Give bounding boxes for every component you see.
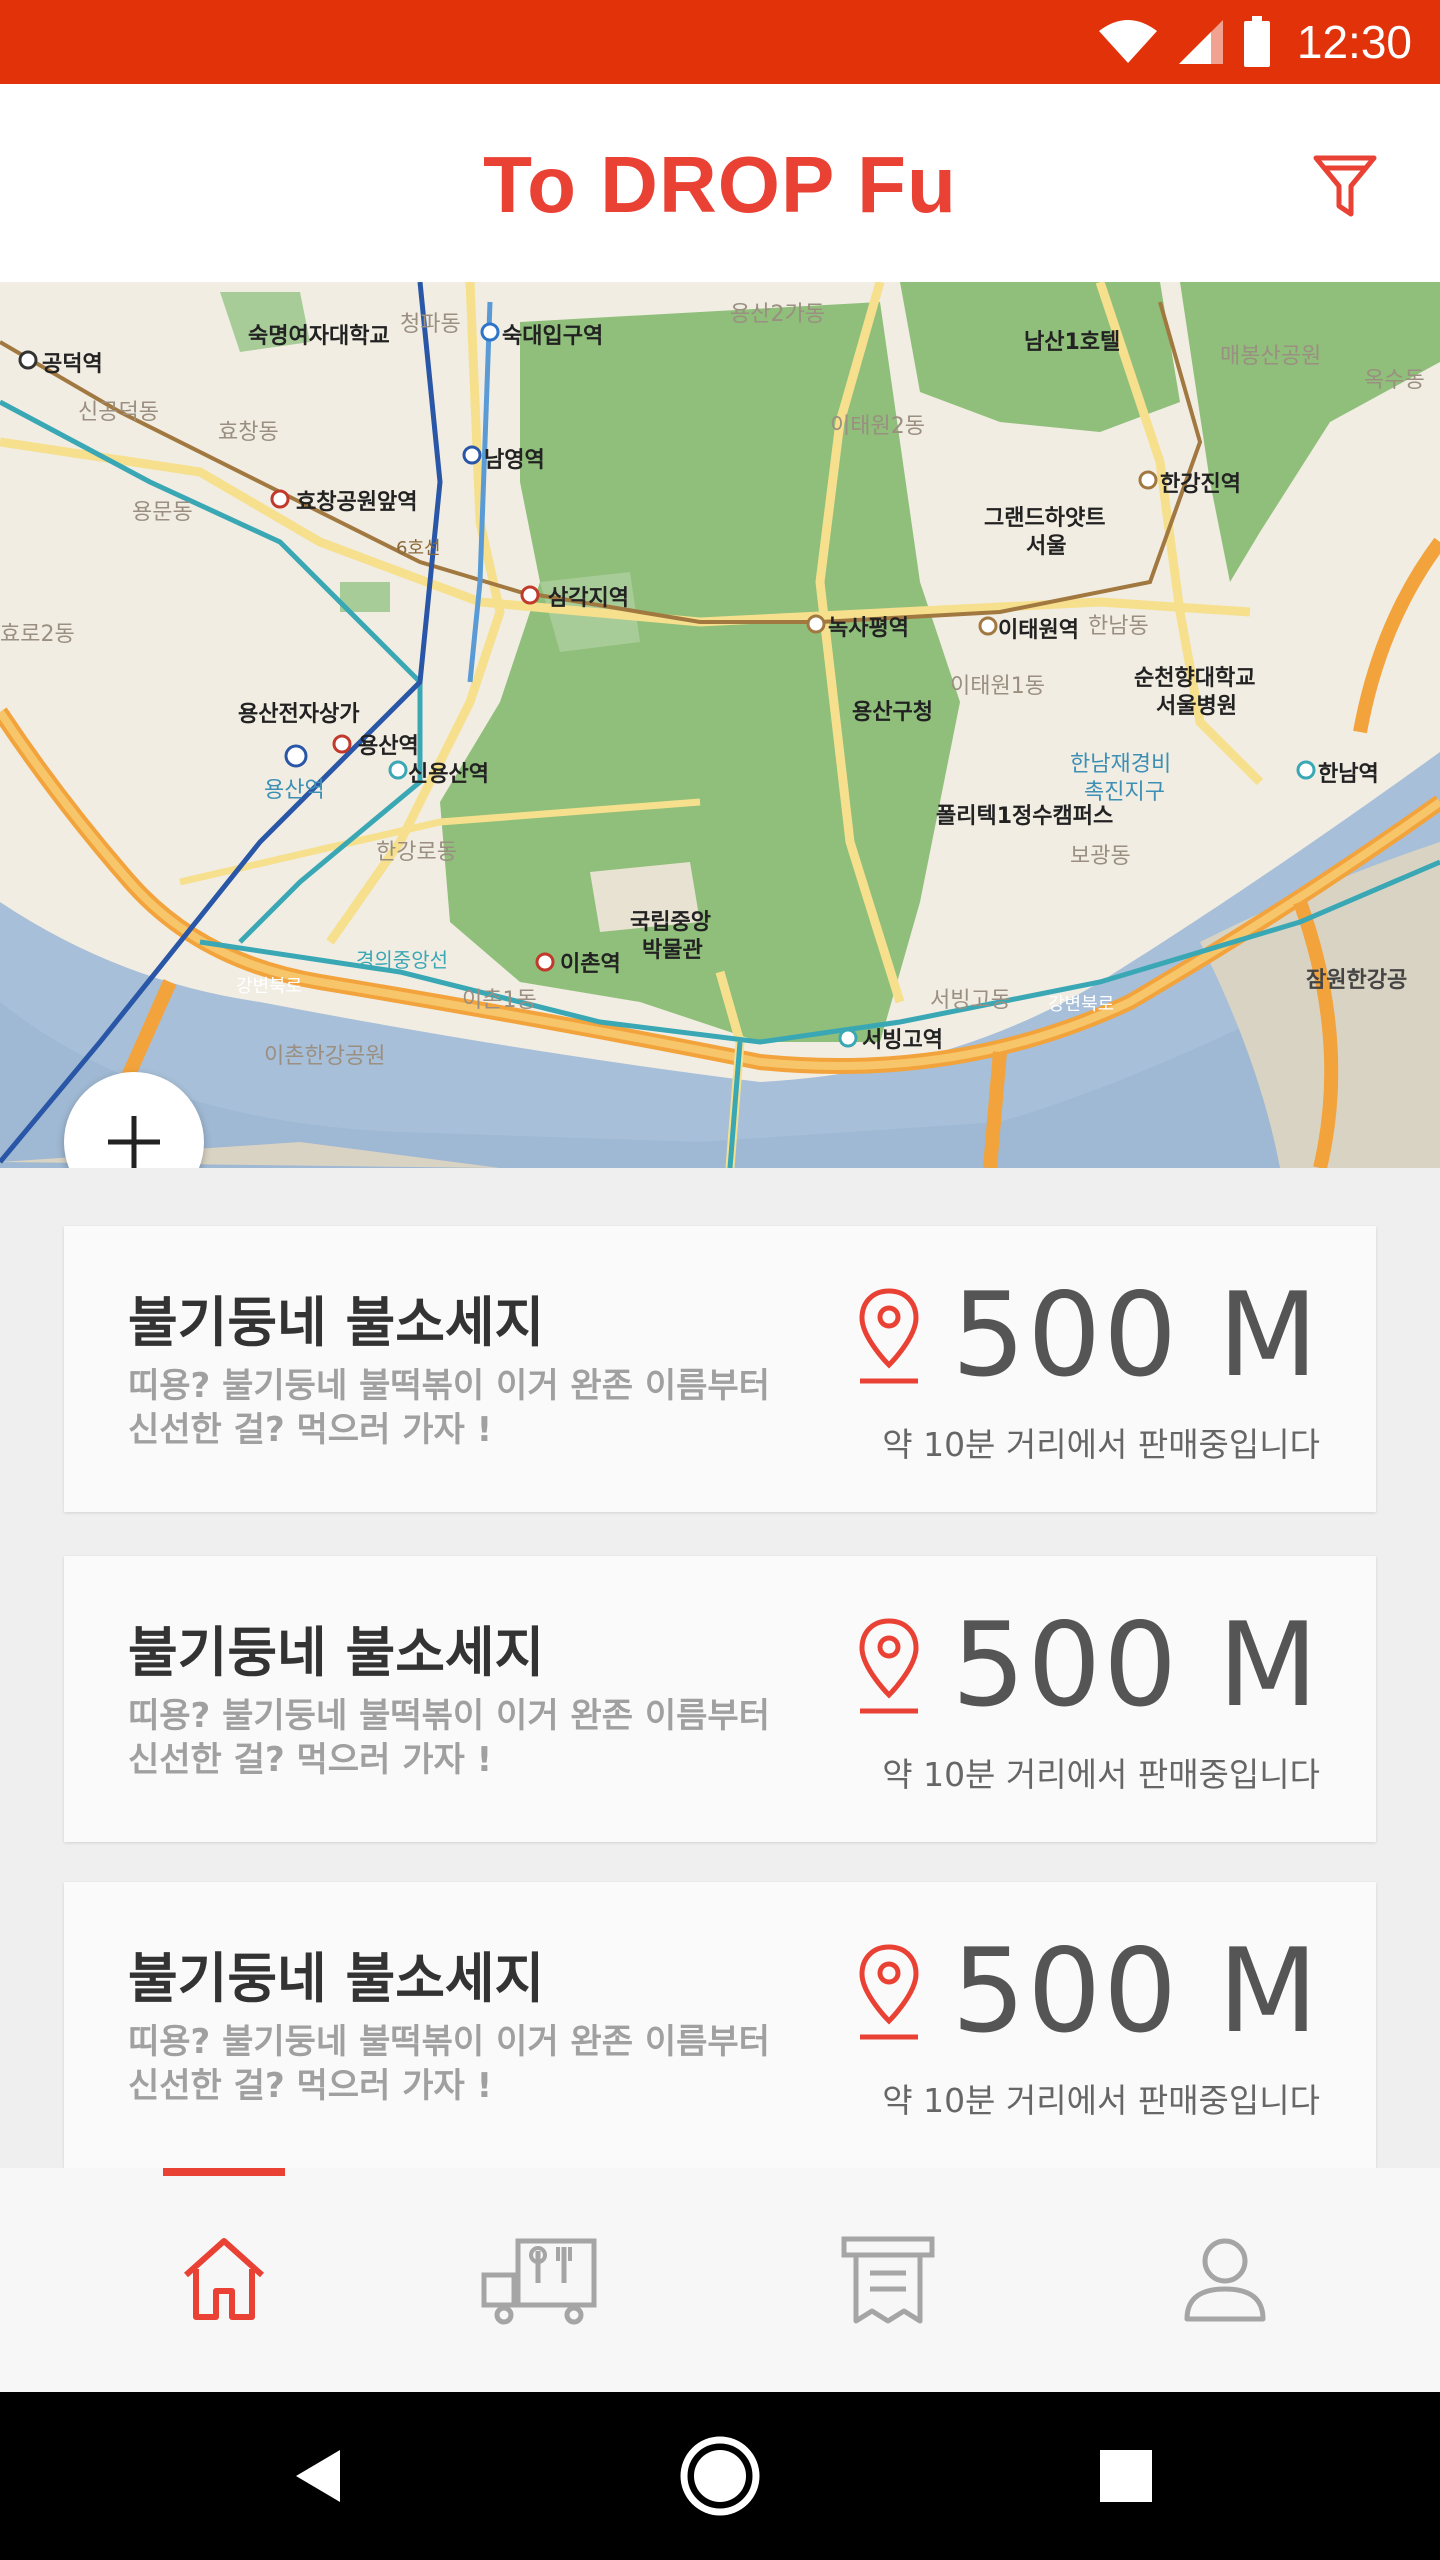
filter-icon xyxy=(1313,155,1377,217)
nav-item-receipt[interactable] xyxy=(823,2224,953,2334)
card-description-line: 띠용? 불기둥네 불떡볶이 이거 완존 이름부터 xyxy=(128,1696,770,1736)
bottom-navigation xyxy=(0,2168,1440,2392)
map-label: 서울 xyxy=(1026,534,1067,559)
location-pin-icon xyxy=(859,1943,919,2039)
card-distance-group: 500 M xyxy=(854,1924,1320,2059)
map-label: 효창동 xyxy=(218,420,279,445)
map-label: 서빙고역 xyxy=(862,1028,943,1053)
map-label: 공덕역 xyxy=(42,352,103,377)
map-label: 서빙고동 xyxy=(930,988,1011,1013)
map-label: 신용산역 xyxy=(408,762,489,787)
card-subtitle: 약 10분 거리에서 판매중입니다 xyxy=(882,1755,1320,1794)
wifi-icon xyxy=(1098,20,1157,63)
nav-item-home[interactable] xyxy=(159,2224,289,2334)
card-distance: 500 M xyxy=(951,1268,1320,1403)
home-circle-icon xyxy=(680,2436,760,2516)
card-description-line: 띠용? 불기둥네 불떡볶이 이거 완존 이름부터 xyxy=(128,2022,770,2062)
card-subtitle: 약 10분 거리에서 판매중입니다 xyxy=(882,2081,1320,2120)
card-description: 띠용? 불기둥네 불떡볶이 이거 완존 이름부터 신선한 걸? 먹으러 가자 ! xyxy=(128,1364,828,1452)
map-label: 강변북로 xyxy=(236,976,303,997)
map-label: 용문동 xyxy=(132,500,193,525)
card-description: 띠용? 불기둥네 불떡볶이 이거 완존 이름부터 신선한 걸? 먹으러 가자 ! xyxy=(128,1694,828,1782)
card-title: 불기둥네 불소세지 xyxy=(128,1621,545,1684)
food-truck-icon xyxy=(481,2238,597,2325)
food-truck-card[interactable]: 불기둥네 불소세지 띠용? 불기둥네 불떡볶이 이거 완존 이름부터 신선한 걸… xyxy=(64,1226,1376,1512)
map-label: 남산1호텔 xyxy=(1024,330,1121,355)
map-label: 이촌1동 xyxy=(462,988,537,1013)
map-canvas xyxy=(0,282,1440,1168)
battery-icon xyxy=(1243,16,1270,67)
map-label: 숙명여자대학교 xyxy=(248,324,390,349)
map-label: 용산역 xyxy=(264,778,325,803)
food-truck-card[interactable]: 불기둥네 불소세지 띠용? 불기둥네 불떡볶이 이거 완존 이름부터 신선한 걸… xyxy=(64,1556,1376,1842)
food-truck-card[interactable]: 불기둥네 불소세지 띠용? 불기둥네 불떡볶이 이거 완존 이름부터 신선한 걸… xyxy=(64,1882,1376,2168)
card-description-line: 신선한 걸? 먹으러 가자 ! xyxy=(128,1740,493,1780)
map-label: 효창공원앞역 xyxy=(296,490,418,515)
map-view[interactable]: 숙명여자대학교 청파동 숙대입구역 용산2가동 남산1호텔 매봉산공원 옥수동 … xyxy=(0,282,1440,1168)
card-description: 띠용? 불기둥네 불떡볶이 이거 완존 이름부터 신선한 걸? 먹으러 가자 ! xyxy=(128,2020,828,2108)
signal-icon xyxy=(1178,20,1223,64)
map-label: 강변북로 xyxy=(1048,994,1115,1015)
map-label: 숙대입구역 xyxy=(502,324,604,349)
profile-icon xyxy=(1184,2238,1266,2322)
card-distance: 500 M xyxy=(951,1924,1320,2059)
map-label: 삼각지역 xyxy=(548,586,629,611)
system-navigation-bar xyxy=(0,2392,1440,2560)
home-icon xyxy=(183,2238,265,2320)
nav-item-profile[interactable] xyxy=(1160,2224,1290,2334)
map-label: 남영역 xyxy=(484,448,545,473)
map-label: 청파동 xyxy=(400,312,461,337)
recents-icon xyxy=(1100,2450,1152,2502)
home-button[interactable] xyxy=(670,2426,770,2526)
map-label: 이태원1동 xyxy=(950,674,1045,699)
map-label: 용산2가동 xyxy=(730,302,825,327)
location-pin-icon xyxy=(859,1617,919,1713)
map-label: 이태원역 xyxy=(998,618,1079,643)
card-description-line: 신선한 걸? 먹으러 가자 ! xyxy=(128,2066,493,2106)
receipt-icon xyxy=(841,2236,935,2324)
map-label: 용산전자상가 xyxy=(238,702,360,727)
map-label: 이태원2동 xyxy=(830,414,925,439)
card-distance: 500 M xyxy=(951,1598,1320,1733)
map-label: 이촌역 xyxy=(560,952,621,977)
recents-button[interactable] xyxy=(1076,2426,1176,2526)
status-bar: 12:30 xyxy=(0,0,1440,84)
map-label: 경의중앙선 xyxy=(356,948,448,972)
app-header: To DROP Fu xyxy=(0,84,1440,282)
nav-item-food-truck[interactable] xyxy=(475,2224,605,2334)
nav-active-indicator xyxy=(163,2168,285,2176)
app-title: To DROP Fu xyxy=(483,140,957,229)
map-label: 이촌한강공원 xyxy=(264,1044,386,1069)
card-distance-group: 500 M xyxy=(854,1268,1320,1403)
card-title: 불기둥네 불소세지 xyxy=(128,1947,545,2010)
status-icons: 12:30 xyxy=(1097,0,1412,84)
map-label: 서울병원 xyxy=(1156,694,1237,719)
map-label: 박물관 xyxy=(642,938,703,963)
card-description-line: 신선한 걸? 먹으러 가자 ! xyxy=(128,1410,493,1450)
card-subtitle: 약 10분 거리에서 판매중입니다 xyxy=(882,1425,1320,1464)
map-label: 매봉산공원 xyxy=(1220,344,1322,369)
plus-icon xyxy=(108,1116,160,1168)
map-label: 보광동 xyxy=(1070,844,1131,869)
map-label: 한강진역 xyxy=(1160,472,1241,497)
map-label: 폴리텍1정수캠퍼스 xyxy=(936,804,1114,829)
map-label: 옥수동 xyxy=(1364,368,1425,393)
card-distance-group: 500 M xyxy=(854,1598,1320,1733)
filter-button[interactable] xyxy=(1308,148,1382,222)
map-label: 녹사평역 xyxy=(828,616,909,641)
card-title: 불기둥네 불소세지 xyxy=(128,1291,545,1354)
map-label: 잠원한강공 xyxy=(1306,968,1408,993)
map-label: 효로2동 xyxy=(0,622,75,647)
map-label: 용산구청 xyxy=(852,700,933,725)
map-label: 한강로동 xyxy=(376,840,457,865)
card-description-line: 띠용? 불기둥네 불떡볶이 이거 완존 이름부터 xyxy=(128,1366,770,1406)
map-label: 한남역 xyxy=(1318,762,1379,787)
map-label: 6호선 xyxy=(396,538,441,559)
status-time: 12:30 xyxy=(1296,16,1412,68)
map-label: 한남동 xyxy=(1088,614,1149,639)
map-label: 신공덕동 xyxy=(78,400,159,425)
location-pin-icon xyxy=(859,1287,919,1383)
back-icon xyxy=(296,2450,340,2502)
back-button[interactable] xyxy=(268,2426,368,2526)
